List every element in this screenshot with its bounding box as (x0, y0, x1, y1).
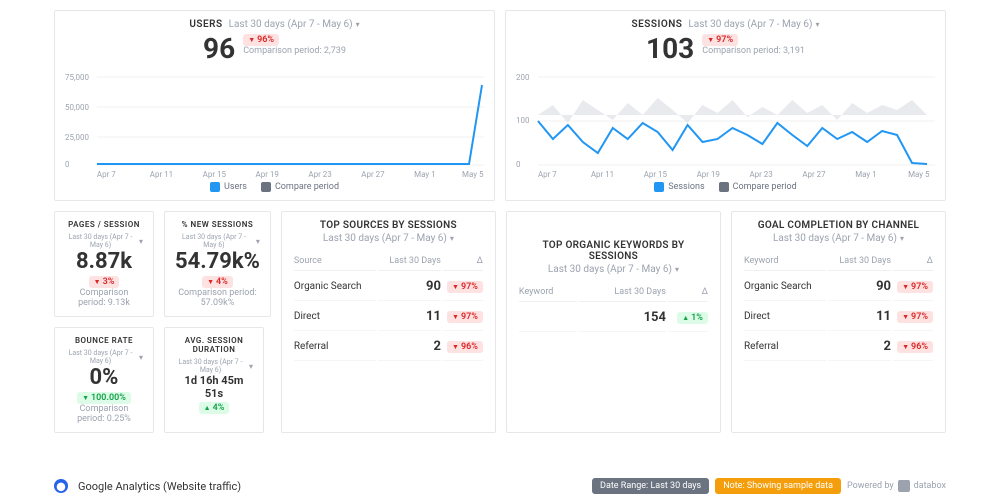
sessions-comparison: Comparison period: 3,191 (702, 46, 805, 56)
svg-text:0: 0 (65, 160, 70, 169)
svg-text:Apr 27: Apr 27 (361, 170, 385, 179)
avg-duration-title: AVG. SESSION DURATION (175, 336, 253, 354)
databox-icon (898, 480, 910, 492)
chevron-down-icon: ▾ (815, 20, 819, 29)
svg-text:50,000: 50,000 (65, 103, 89, 112)
top-sources-title: TOP SOURCES BY SESSIONS (292, 220, 485, 231)
sessions-range[interactable]: Last 30 days (Apr 7 - May 6)▾ (688, 19, 819, 30)
svg-text:100: 100 (516, 116, 530, 125)
table-row: Organic Search90▼97% (744, 273, 933, 301)
users-value: 96 (203, 32, 235, 65)
goal-completion-card: GOAL COMPLETION BY CHANNEL Last 30 days … (731, 211, 946, 433)
table-row: Direct11▼97% (294, 303, 483, 331)
top-sources-card: TOP SOURCES BY SESSIONS Last 30 days (Ap… (281, 211, 496, 433)
analytics-icon: ⬤ (54, 479, 68, 493)
new-sessions-value: 54.79k% (175, 249, 260, 274)
svg-text:Apr 15: Apr 15 (203, 170, 227, 179)
svg-text:Apr 19: Apr 19 (256, 170, 279, 179)
new-sessions-card: % NEW SESSIONS Last 30 days (Apr 7 - May… (164, 211, 271, 317)
svg-text:Apr 27: Apr 27 (802, 170, 826, 179)
sessions-value: 103 (646, 32, 694, 65)
pages-session-card: PAGES / SESSION Last 30 days (Apr 7 - Ma… (54, 211, 154, 317)
top-sources-table: SourceLast 30 DaysΔ Organic Search90▼97%… (292, 250, 485, 363)
svg-text:75,000: 75,000 (65, 73, 89, 82)
goal-completion-title: GOAL COMPLETION BY CHANNEL (742, 220, 935, 231)
sessions-chart: 200 100 0 Apr 7 Apr 11 Apr 15 Apr 19 Apr 23 Apr… (516, 65, 935, 180)
svg-text:May 5: May 5 (908, 170, 930, 179)
sessions-legend: Sessions Compare period (516, 182, 935, 192)
goal-completion-table: KeywordLast 30 DaysΔ Organic Search90▼97… (742, 250, 935, 363)
users-title: USERS (189, 19, 222, 30)
table-row: Organic Search90▼97% (294, 273, 483, 301)
powered-by: Powered bydatabox (847, 480, 946, 492)
pages-session-title: PAGES / SESSION (65, 220, 143, 229)
users-legend: Users Compare period (65, 182, 484, 192)
table-row: Referral2▼96% (294, 333, 483, 361)
organic-keywords-card: TOP ORGANIC KEYWORDS BY SESSIONS Last 30… (506, 211, 721, 433)
sessions-card: SESSIONS Last 30 days (Apr 7 - May 6)▾ 1… (505, 10, 946, 201)
pages-session-delta: ▼3% (89, 276, 120, 288)
sessions-title: SESSIONS (632, 19, 683, 30)
avg-duration-card: AVG. SESSION DURATION Last 30 days (Apr … (164, 327, 264, 433)
table-row: Direct11▼97% (744, 303, 933, 331)
svg-text:0: 0 (516, 160, 521, 169)
chevron-down-icon: ▾ (356, 20, 360, 29)
users-chart: 75,000 50,000 25,000 0 Apr 7 Apr 11 Apr 15 Apr… (65, 65, 484, 180)
table-row: 154▲1% (519, 304, 708, 332)
users-card: USERS Last 30 days (Apr 7 - May 6)▾ 96 ▼… (54, 10, 495, 201)
avg-duration-delta: ▲4% (199, 402, 230, 414)
bounce-value: 0% (65, 365, 143, 390)
svg-text:Apr 15: Apr 15 (644, 170, 668, 179)
sessions-delta-badge: ▼97% (702, 34, 738, 46)
users-comparison: Comparison period: 2,739 (243, 46, 346, 56)
date-range-pill[interactable]: Date Range: Last 30 days (592, 478, 709, 494)
legend-users[interactable]: Users (210, 182, 247, 192)
svg-text:Apr 19: Apr 19 (697, 170, 720, 179)
svg-text:Apr 11: Apr 11 (591, 170, 614, 179)
organic-keywords-title: TOP ORGANIC KEYWORDS BY SESSIONS (517, 240, 710, 262)
avg-duration-value: 1d 16h 45m 51s (175, 374, 253, 400)
new-sessions-title: % NEW SESSIONS (175, 220, 260, 229)
svg-text:Apr 7: Apr 7 (97, 170, 116, 179)
svg-text:25,000: 25,000 (65, 133, 89, 142)
svg-text:Apr 11: Apr 11 (150, 170, 173, 179)
bounce-delta: ▼100.00% (77, 392, 131, 404)
legend-compare[interactable]: Compare period (261, 182, 339, 192)
svg-text:Apr 23: Apr 23 (749, 170, 772, 179)
note-pill: Note: Showing sample data (715, 478, 841, 494)
svg-text:May 1: May 1 (855, 170, 876, 179)
legend-sessions[interactable]: Sessions (654, 182, 704, 192)
pages-session-value: 8.87k (65, 249, 143, 274)
bounce-card: BOUNCE RATE Last 30 days (Apr 7 - May 6)… (54, 327, 154, 433)
organic-keywords-table: KeywordLast 30 DaysΔ 154▲1% (517, 281, 710, 334)
svg-text:May 5: May 5 (462, 170, 484, 179)
svg-text:Apr 23: Apr 23 (308, 170, 331, 179)
down-icon: ▼ (248, 36, 255, 44)
svg-text:Apr 7: Apr 7 (538, 170, 557, 179)
new-sessions-delta: ▼4% (202, 276, 233, 288)
users-range[interactable]: Last 30 days (Apr 7 - May 6)▾ (229, 19, 360, 30)
users-delta-badge: ▼96% (243, 34, 279, 46)
down-icon: ▼ (707, 36, 714, 44)
legend-compare-2[interactable]: Compare period (719, 182, 797, 192)
svg-text:May 1: May 1 (414, 170, 435, 179)
footer-source: Google Analytics (Website traffic) (78, 480, 241, 493)
table-row: Referral2▼96% (744, 333, 933, 361)
svg-text:200: 200 (516, 73, 530, 82)
footer: ⬤ Google Analytics (Website traffic) Dat… (0, 471, 1000, 501)
bounce-title: BOUNCE RATE (65, 336, 143, 345)
